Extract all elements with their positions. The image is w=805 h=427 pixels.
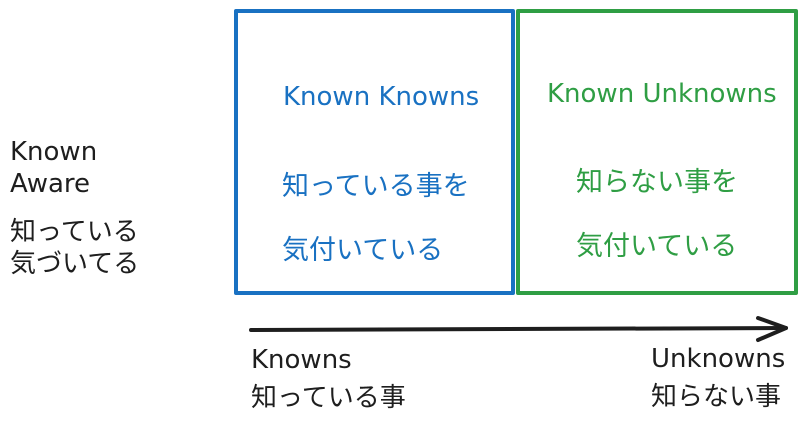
row-label-ja: 知っている 気づいてる — [10, 216, 220, 280]
axis-label-unknowns: Unknowns 知らない事 — [651, 343, 785, 413]
axis-label-knowns-ja: 知っている事 — [251, 383, 406, 413]
quadrant-known-knowns: Known Knowns 知っている事を 気付いている — [234, 9, 515, 295]
row-label-en-line2: Aware — [10, 169, 91, 199]
row-label-ja-line1: 知っている — [10, 217, 139, 247]
quadrant-known-knowns-subtitle: 知っている事を 気付いている — [282, 139, 470, 299]
quadrant-known-unknowns-title: Known Unknowns — [547, 79, 777, 109]
quadrant-known-knowns-sub-line2: 気付いている — [282, 235, 444, 266]
row-label-known-aware: Known Aware 知っている 気づいてる — [10, 136, 220, 280]
quadrant-known-knowns-sub-line1: 知っている事を — [282, 171, 470, 202]
axis-label-knowns-en: Knowns — [251, 345, 352, 375]
axis-label-unknowns-ja: 知らない事 — [651, 382, 782, 412]
quadrant-known-unknowns-sub-line1: 知らない事を — [576, 167, 738, 198]
quadrant-known-unknowns-subtitle: 知らない事を 気付いている — [576, 135, 738, 295]
quadrant-known-knowns-title: Known Knowns — [283, 82, 480, 112]
axis-arrow — [249, 316, 788, 342]
axis-label-unknowns-en: Unknowns — [651, 344, 786, 374]
row-label-en-line1: Known — [10, 137, 98, 167]
row-label-ja-line2: 気づいてる — [10, 249, 140, 279]
axis-label-knowns: Knowns 知っている事 — [251, 344, 406, 414]
quadrant-known-unknowns-sub-line2: 気付いている — [576, 231, 738, 262]
axis-arrow-shaft — [249, 326, 788, 332]
quadrant-known-unknowns: Known Unknowns 知らない事を 気付いている — [516, 9, 798, 295]
